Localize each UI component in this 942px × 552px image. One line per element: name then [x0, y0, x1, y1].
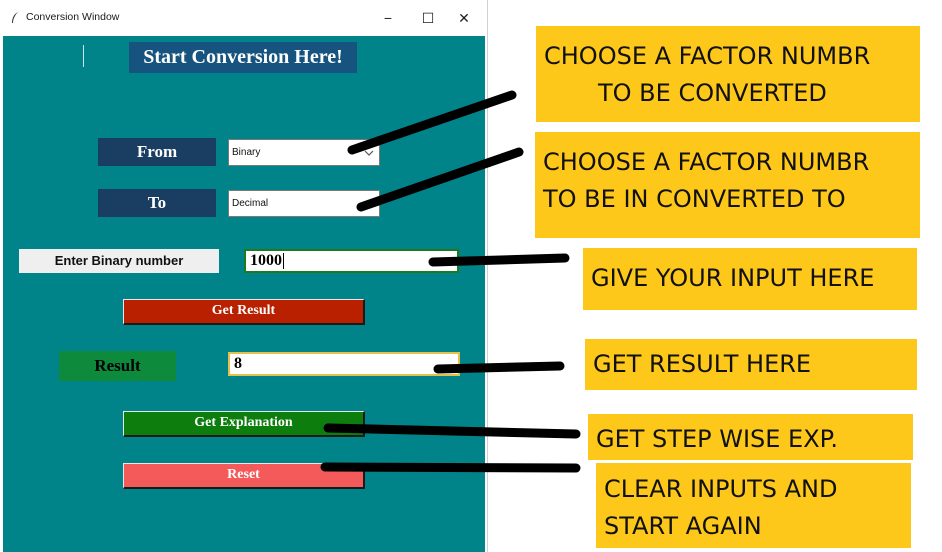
feather-icon: [12, 12, 18, 23]
callout-input: GIVE YOUR INPUT HERE: [583, 248, 917, 310]
input-value: 1000: [250, 252, 282, 269]
callout-choose-to: CHOOSE A FACTOR NUMBR TO BE IN CONVERTED…: [535, 132, 920, 238]
get-explanation-button[interactable]: Get Explanation: [123, 411, 365, 437]
page-title: Start Conversion Here!: [129, 42, 357, 73]
callout-explanation: GET STEP WISE EXP.: [588, 414, 913, 460]
callout-text: GET RESULT HERE: [593, 350, 812, 378]
conversion-window: Conversion Window − ☐ ✕ Start Conversion…: [0, 0, 488, 552]
callout-text: CHOOSE A FACTOR NUMBR: [544, 42, 871, 70]
result-field[interactable]: 8: [228, 352, 460, 376]
chevron-down-icon[interactable]: [364, 149, 374, 157]
close-button[interactable]: ✕: [454, 8, 474, 28]
from-select[interactable]: Binary: [228, 139, 380, 166]
input-label: Enter Binary number: [19, 249, 219, 273]
maximize-button[interactable]: ☐: [418, 8, 438, 28]
result-label: Result: [59, 351, 176, 381]
from-label: From: [98, 138, 216, 166]
callout-text: GET STEP WISE EXP.: [596, 425, 839, 453]
callout-choose-from: CHOOSE A FACTOR NUMBR TO BE CONVERTED: [536, 26, 920, 122]
reset-button[interactable]: Reset: [123, 463, 365, 489]
minimize-button[interactable]: −: [378, 8, 398, 28]
from-select-value: Binary: [232, 147, 261, 158]
to-label: To: [98, 189, 216, 217]
window-title: Conversion Window: [26, 11, 120, 23]
result-value: 8: [234, 355, 242, 372]
divider: [83, 45, 84, 67]
binary-number-input[interactable]: 1000: [244, 249, 459, 273]
to-select-value: Decimal: [232, 198, 269, 209]
callout-text: CLEAR INPUTS AND: [604, 475, 838, 503]
text-caret: [283, 253, 284, 270]
callout-text: TO BE IN CONVERTED TO: [543, 185, 846, 213]
callout-text: CHOOSE A FACTOR NUMBR: [543, 148, 870, 176]
callout-result: GET RESULT HERE: [585, 339, 917, 390]
title-bar: Conversion Window − ☐ ✕: [0, 0, 487, 36]
to-select[interactable]: Decimal: [228, 190, 380, 217]
callout-text: TO BE CONVERTED: [598, 79, 827, 107]
callout-reset: CLEAR INPUTS AND START AGAIN: [596, 463, 911, 548]
get-result-button[interactable]: Get Result: [123, 299, 365, 325]
callout-text: START AGAIN: [604, 512, 762, 540]
callout-text: GIVE YOUR INPUT HERE: [591, 264, 875, 292]
